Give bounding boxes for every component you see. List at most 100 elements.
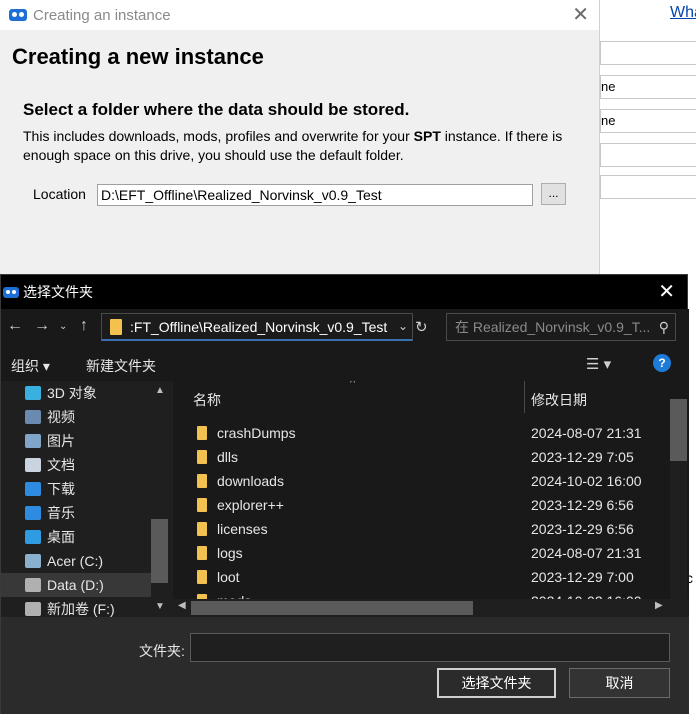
folder-dialog-title: 选择文件夹: [23, 284, 93, 300]
sidebar-item-label: 图片: [47, 433, 75, 449]
sidebar-item-pictures[interactable]: 图片: [1, 429, 151, 453]
address-bar[interactable]: :FT_Offline\Realized_Norvinsk_v0.9_Test …: [101, 313, 413, 341]
sidebar-item-drive-c[interactable]: Acer (C:): [1, 549, 151, 573]
file-name: loot: [217, 569, 240, 585]
scroll-right-icon[interactable]: ▶: [655, 600, 663, 611]
view-options-icon[interactable]: ☰ ▾: [586, 355, 611, 373]
3d-objects-icon: [25, 386, 41, 400]
back-dialog-titlebar: Creating an instance ✕: [0, 0, 599, 30]
file-name: downloads: [217, 473, 284, 489]
close-icon[interactable]: ✕: [658, 279, 675, 304]
background-field-5[interactable]: [600, 175, 696, 199]
description-text: This includes downloads, mods, profiles …: [23, 127, 588, 165]
app-logo-icon: [3, 286, 19, 298]
sidebar-item-documents[interactable]: 文档: [1, 453, 151, 477]
sidebar-item-desktop[interactable]: 桌面: [1, 525, 151, 549]
column-header-name[interactable]: 名称: [193, 390, 221, 410]
search-icon[interactable]: ⚲: [659, 314, 669, 340]
table-row[interactable]: logs 2024-08-07 21:31: [173, 541, 673, 565]
drive-c-icon: [25, 554, 41, 568]
sidebar-item-label: Data (D:): [47, 577, 104, 593]
file-date: 2024-10-02 16:00: [531, 473, 642, 489]
recent-locations-chevron-icon[interactable]: ⌄: [59, 321, 67, 332]
file-name: licenses: [217, 521, 268, 537]
sidebar-item-drive-d[interactable]: Data (D:): [1, 573, 151, 597]
sidebar-scroll-thumb[interactable]: [151, 519, 168, 583]
sidebar-item-3d-objects[interactable]: 3D 对象: [1, 381, 151, 405]
scroll-left-icon[interactable]: ◀: [178, 600, 186, 611]
pictures-icon: [25, 434, 41, 448]
drive-d-icon: [25, 578, 41, 592]
navigation-bar: ← → ⌄ ↑ :FT_Offline\Realized_Norvinsk_v0…: [1, 309, 689, 347]
file-date: 2023-12-29 6:56: [531, 521, 634, 537]
table-row[interactable]: crashDumps 2024-08-07 21:31: [173, 421, 673, 445]
sidebar-item-drive-f[interactable]: 新加卷 (F:): [1, 597, 151, 617]
sidebar-item-label: 下载: [47, 481, 75, 497]
table-row[interactable]: explorer++ 2023-12-29 6:56: [173, 493, 673, 517]
table-row[interactable]: dlls 2023-12-29 7:05: [173, 445, 673, 469]
sidebar-item-music[interactable]: 音乐: [1, 501, 151, 525]
file-list-horizontal-scroll-thumb[interactable]: [191, 601, 473, 615]
refresh-icon[interactable]: ↻: [415, 318, 428, 336]
back-arrow-icon[interactable]: ←: [7, 317, 23, 335]
location-input[interactable]: D:\EFT_Offline\Realized_Norvinsk_v0.9_Te…: [97, 184, 533, 206]
scroll-down-icon[interactable]: ▼: [155, 601, 165, 612]
file-name: crashDumps: [217, 425, 296, 441]
folder-icon: [197, 474, 207, 488]
table-row[interactable]: licenses 2023-12-29 6:56: [173, 517, 673, 541]
column-header-row: ^ 名称 修改日期: [173, 381, 673, 415]
whats-new-link[interactable]: Wha: [670, 4, 696, 22]
sidebar-item-label: 3D 对象: [47, 385, 97, 401]
address-text[interactable]: :FT_Offline\Realized_Norvinsk_v0.9_Test: [130, 319, 398, 335]
app-logo-icon: [9, 9, 27, 21]
background-field-2[interactable]: ne: [600, 75, 696, 99]
description-part-1: This includes downloads, mods, profiles …: [23, 128, 414, 144]
sidebar-item-videos[interactable]: 视频: [1, 405, 151, 429]
folder-dialog-titlebar: 选择文件夹 ✕: [1, 275, 687, 309]
sidebar-item-label: 桌面: [47, 529, 75, 545]
background-field-1[interactable]: [600, 41, 696, 65]
sidebar-item-label: 文档: [47, 457, 75, 473]
scroll-up-icon[interactable]: ▲: [155, 385, 165, 396]
search-input[interactable]: 在 Realized_Norvinsk_v0.9_T... ⚲: [446, 313, 676, 341]
screen: Wha ne ne c Creating an instance ✕ Creat…: [0, 0, 696, 714]
back-dialog-title: Creating an instance: [33, 6, 171, 24]
organize-menu[interactable]: 组织 ▾: [11, 356, 50, 376]
file-list-vertical-scroll-thumb[interactable]: [670, 399, 687, 461]
folder-name-input[interactable]: [190, 633, 670, 662]
file-list: ^ 名称 修改日期 crashDumps 2024-08-07 21:31 dll…: [173, 381, 689, 617]
browse-button[interactable]: ...: [541, 183, 566, 205]
help-icon[interactable]: ?: [653, 354, 671, 372]
file-date: 2024-08-07 21:31: [531, 545, 642, 561]
up-arrow-icon[interactable]: ↑: [80, 317, 88, 335]
file-date: 2023-12-29 7:00: [531, 569, 634, 585]
table-row[interactable]: downloads 2024-10-02 16:00: [173, 469, 673, 493]
folder-dialog-footer: 文件夹: 选择文件夹 取消: [1, 617, 689, 714]
new-folder-button[interactable]: 新建文件夹: [86, 356, 156, 376]
background-field-4[interactable]: [600, 143, 696, 167]
folder-icon: [197, 570, 207, 584]
select-folder-button[interactable]: 选择文件夹: [437, 668, 556, 698]
folder-icon: [110, 318, 122, 335]
file-name: explorer++: [217, 497, 284, 513]
description-bold: SPT: [413, 128, 441, 144]
folder-icon: [197, 426, 207, 440]
chevron-down-icon[interactable]: ⌄: [398, 319, 408, 333]
close-icon[interactable]: ✕: [572, 2, 589, 27]
location-label: Location: [33, 186, 86, 202]
folder-label: 文件夹:: [139, 643, 185, 659]
page-title: Creating a new instance: [12, 44, 264, 69]
cancel-button[interactable]: 取消: [569, 668, 670, 698]
folder-toolbar: 组织 ▾ 新建文件夹 ☰ ▾ ?: [1, 347, 689, 381]
forward-arrow-icon[interactable]: →: [34, 317, 50, 335]
sidebar-item-label: Acer (C:): [47, 553, 103, 569]
table-row[interactable]: loot 2023-12-29 7:00: [173, 565, 673, 589]
sort-indicator-icon: ^: [350, 381, 356, 389]
background-field-3[interactable]: ne: [600, 109, 696, 133]
select-folder-dialog: 选择文件夹 ✕ ← → ⌄ ↑ :FT_Offline\Realized_Nor…: [0, 274, 689, 714]
sidebar-item-downloads[interactable]: 下载: [1, 477, 151, 501]
drive-f-icon: [25, 602, 41, 616]
column-header-date[interactable]: 修改日期: [531, 390, 587, 410]
column-divider[interactable]: [524, 381, 525, 413]
file-name: dlls: [217, 449, 239, 465]
